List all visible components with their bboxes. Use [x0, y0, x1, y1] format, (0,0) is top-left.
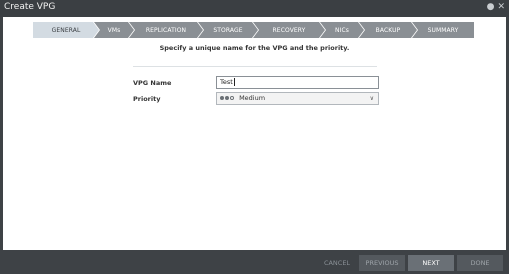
footer-bar: CANCEL PREVIOUS NEXT DONE: [0, 250, 509, 274]
text-caret: [233, 78, 235, 86]
close-icon[interactable]: ✕: [497, 1, 505, 13]
step-storage[interactable]: STORAGE: [198, 22, 258, 38]
window-controls: ● ✕: [487, 1, 505, 13]
step-replication[interactable]: REPLICATION: [129, 22, 203, 38]
vpg-name-label: VPG Name: [133, 79, 172, 87]
chevron-down-icon: ∨: [369, 95, 374, 102]
previous-button[interactable]: PREVIOUS: [359, 255, 405, 271]
wizard-steps: GENERAL VMs REPLICATION STORAGE RECOVERY…: [33, 22, 474, 38]
page-subtitle: Specify a unique name for the VPG and th…: [159, 44, 350, 52]
window-title: Create VPG: [4, 2, 56, 12]
wizard-content: GENERAL VMs REPLICATION STORAGE RECOVERY…: [3, 17, 506, 250]
next-button[interactable]: NEXT: [408, 255, 454, 271]
step-general[interactable]: GENERAL: [33, 22, 99, 38]
divider: [133, 66, 377, 67]
done-button[interactable]: DONE: [457, 255, 503, 271]
step-recovery[interactable]: RECOVERY: [253, 22, 325, 38]
step-vms[interactable]: VMs: [94, 22, 134, 38]
step-summary[interactable]: SUMMARY: [412, 22, 474, 38]
vpg-name-input[interactable]: Test: [216, 76, 379, 89]
step-backup[interactable]: BACKUP: [359, 22, 417, 38]
priority-select[interactable]: Medium ∨: [216, 92, 379, 105]
step-nics[interactable]: NICs: [320, 22, 364, 38]
title-bar: Create VPG ● ✕: [0, 0, 509, 17]
priority-dots-icon: [220, 96, 234, 100]
help-icon[interactable]: ●: [487, 1, 495, 13]
vpg-name-value: Test: [220, 78, 233, 86]
priority-label: Priority: [133, 95, 161, 103]
cancel-button[interactable]: CANCEL: [318, 255, 356, 271]
priority-value: Medium: [239, 94, 266, 102]
